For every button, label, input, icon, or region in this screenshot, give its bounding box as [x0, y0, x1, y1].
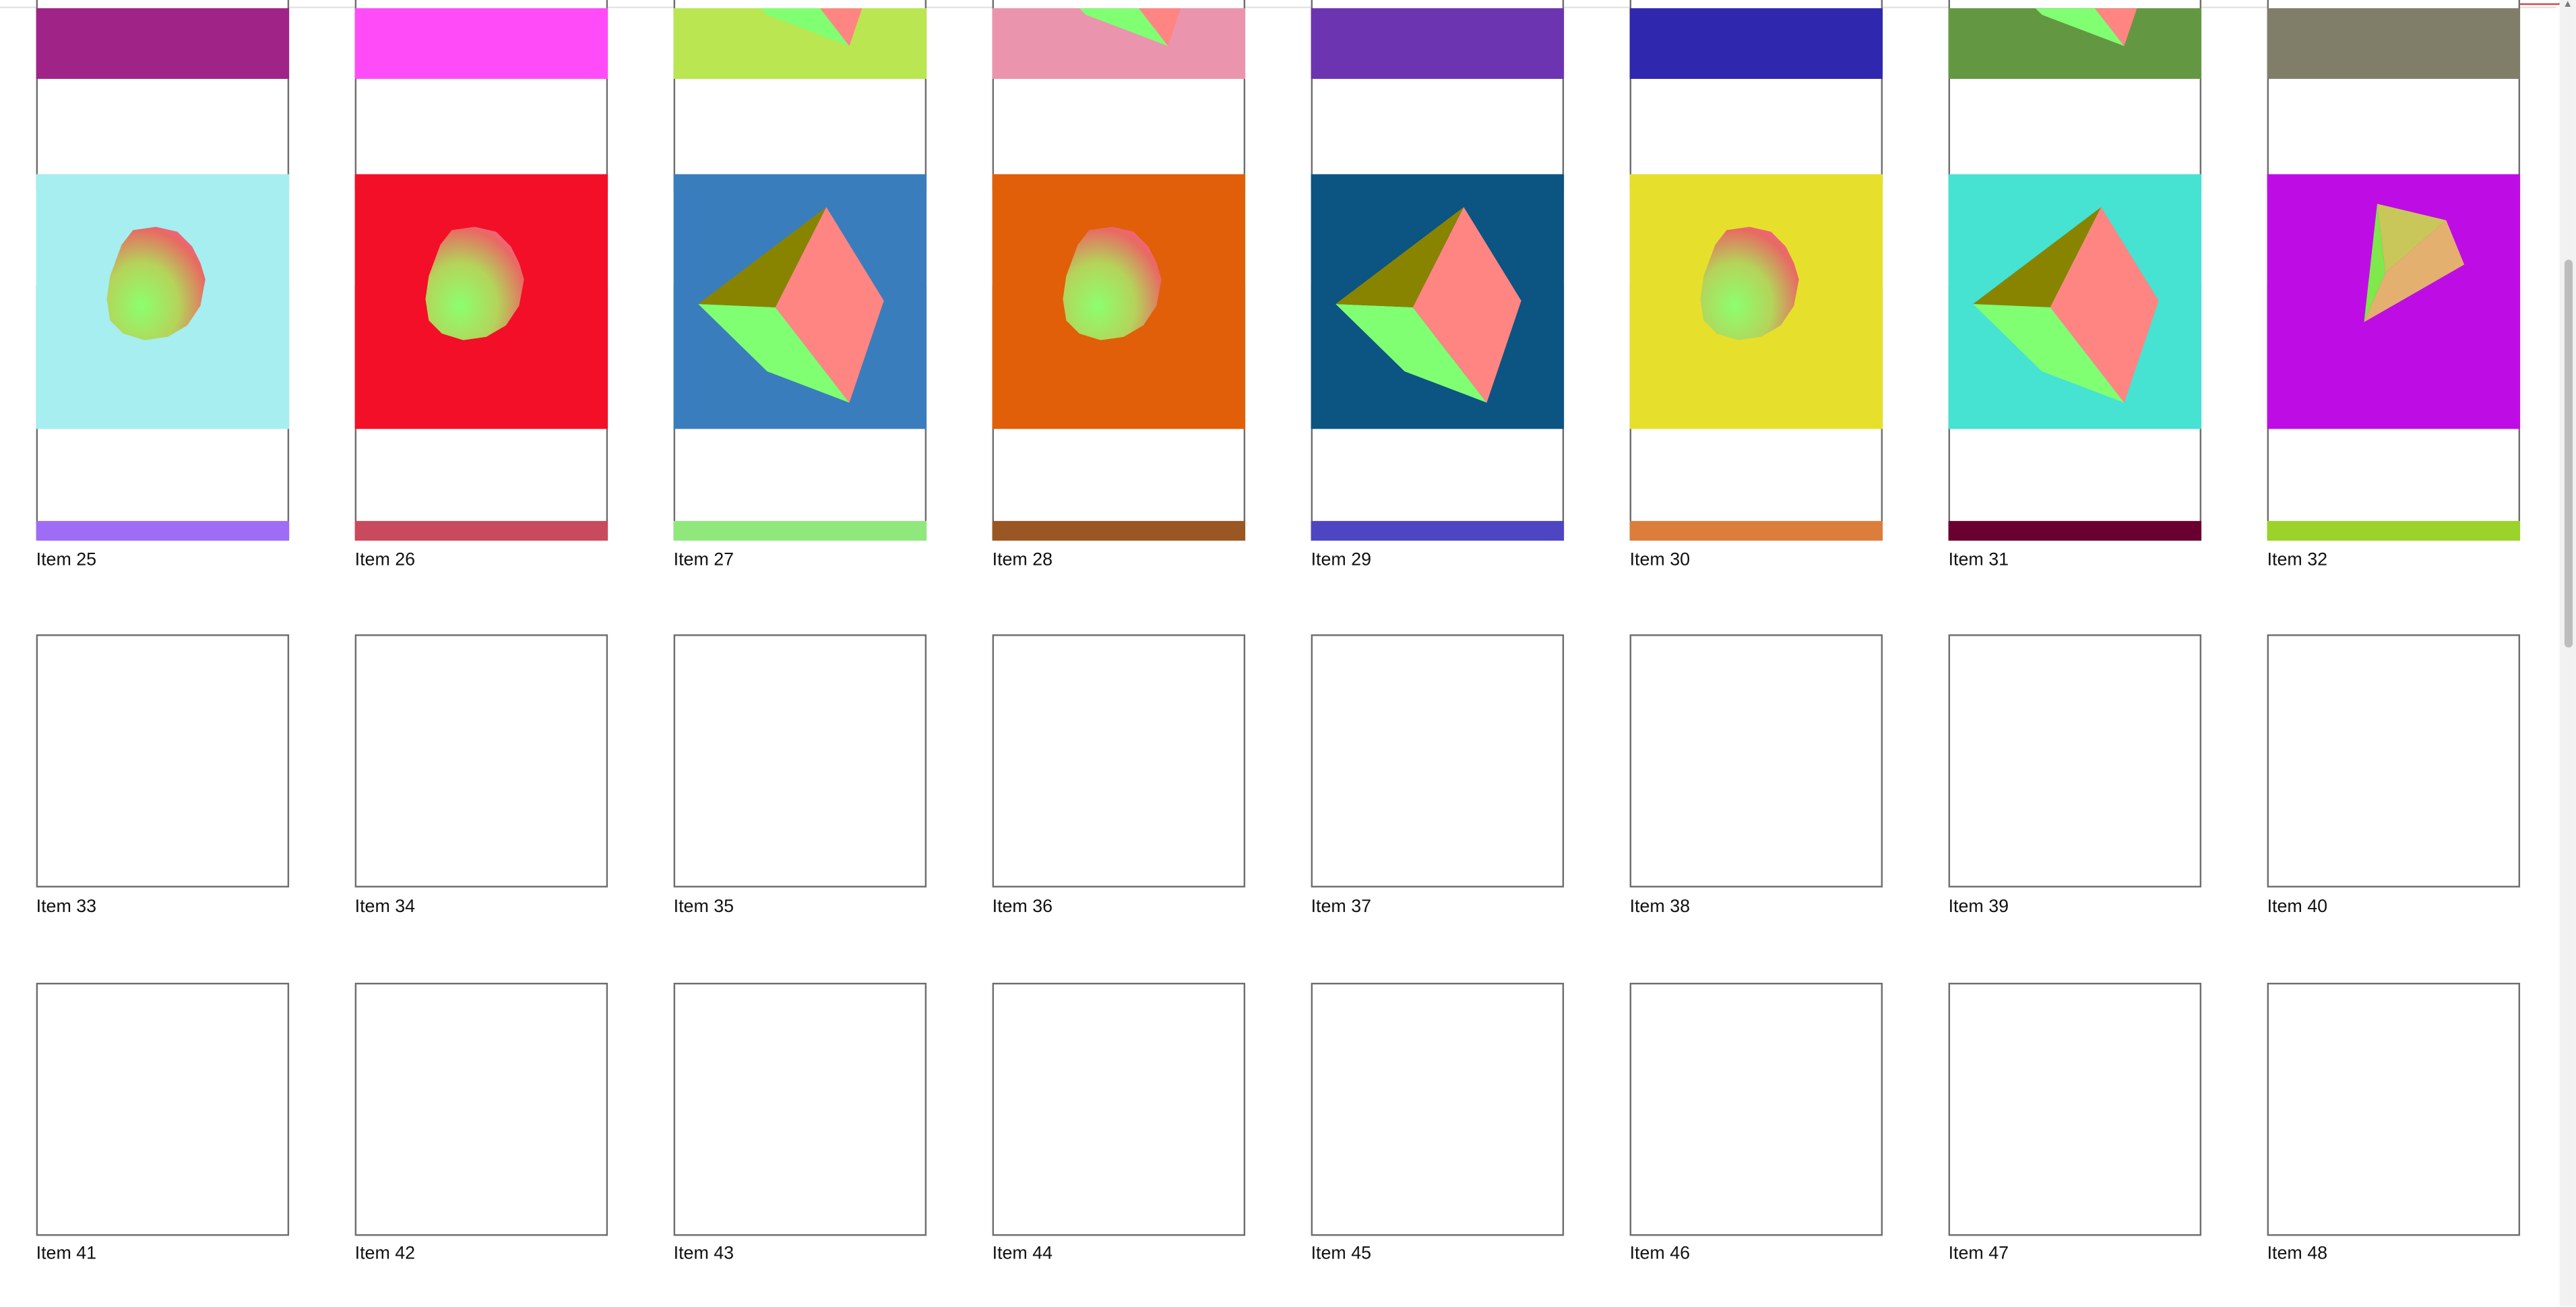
item-thumbnail[interactable] [1948, 982, 2202, 1236]
item-preview-canvas [1948, 8, 2202, 80]
item-label: Item 37 [1311, 897, 1372, 917]
item-preview-canvas [1311, 8, 1565, 80]
item-color-strip [1948, 520, 2202, 541]
item-preview-canvas [673, 174, 927, 429]
item-label: Item 46 [1629, 1244, 1691, 1264]
item-preview-canvas [1629, 8, 1883, 80]
item-label: Item 28 [992, 550, 1053, 571]
item-label: Item 26 [354, 550, 416, 571]
scroll-up-arrow-icon[interactable]: ▲ [2561, 0, 2575, 10]
sphere-shape [1063, 226, 1162, 340]
item-label: Item 40 [2267, 897, 2328, 917]
item-preview-canvas [992, 8, 1246, 80]
item-thumbnail[interactable] [2267, 634, 2521, 888]
item-label: Item 25 [36, 550, 97, 571]
item-label: Item 29 [1311, 550, 1372, 571]
item-preview-canvas [36, 8, 290, 80]
item-label: Item 45 [1311, 1244, 1372, 1264]
scrollbar-thumb[interactable] [2564, 260, 2573, 648]
item-label: Item 30 [1629, 550, 1691, 571]
item-label: Item 48 [2267, 1244, 2328, 1264]
item-preview-canvas [2267, 8, 2521, 80]
pyramid-shape [2364, 204, 2465, 322]
item-thumbnail[interactable] [1629, 982, 1883, 1236]
item-thumbnail[interactable] [1311, 634, 1565, 888]
item-preview-canvas [673, 8, 927, 80]
item-preview-canvas [36, 174, 290, 429]
sphere-shape [425, 226, 524, 340]
item-preview-canvas [1629, 174, 1883, 429]
sphere-shape [1700, 226, 1799, 340]
item-grid-page: Item 17Item 18Item 19Item 20Item 21Item … [0, 0, 2576, 1307]
item-thumbnail[interactable] [992, 634, 1246, 888]
item-thumbnail[interactable] [354, 634, 608, 888]
item-preview-canvas [354, 174, 608, 429]
item-thumbnail[interactable] [1629, 634, 1883, 888]
cube-shape [2035, 8, 2137, 47]
item-preview-canvas [992, 174, 1246, 429]
item-color-strip [1311, 520, 1565, 541]
item-color-strip [992, 520, 1246, 541]
cube-shape [1079, 8, 1181, 47]
item-label: Item 42 [354, 1244, 416, 1264]
item-label: Item 35 [673, 897, 734, 917]
item-color-strip [36, 520, 290, 541]
cube-shape [760, 8, 862, 47]
item-thumbnail[interactable] [992, 982, 1246, 1236]
item-preview-canvas [1311, 174, 1565, 429]
item-label: Item 43 [673, 1244, 734, 1264]
item-thumbnail[interactable] [354, 982, 608, 1236]
item-label: Item 44 [992, 1244, 1053, 1264]
item-thumbnail[interactable] [1311, 982, 1565, 1236]
item-thumbnail[interactable] [673, 982, 927, 1236]
item-label: Item 36 [992, 897, 1053, 917]
item-thumbnail[interactable] [36, 982, 290, 1236]
item-color-strip [2267, 520, 2521, 541]
item-thumbnail[interactable] [1948, 634, 2202, 888]
item-label: Item 38 [1629, 897, 1691, 917]
item-label: Item 47 [1948, 1244, 2009, 1264]
sphere-shape [106, 226, 206, 340]
item-preview-canvas [1948, 174, 2202, 429]
cube-shape [698, 207, 884, 403]
item-label: Item 32 [2267, 550, 2328, 571]
item-label: Item 33 [36, 897, 97, 917]
item-thumbnail[interactable] [673, 634, 927, 888]
item-thumbnail[interactable] [36, 634, 290, 888]
cube-shape [1973, 207, 2159, 403]
cube-shape [1336, 207, 1521, 403]
item-color-strip [673, 520, 927, 541]
item-label: Item 39 [1948, 897, 2009, 917]
item-thumbnail[interactable] [2267, 982, 2521, 1236]
vertical-scrollbar[interactable] [2559, 0, 2576, 1307]
item-preview-canvas [2267, 174, 2521, 429]
item-label: Item 41 [36, 1244, 97, 1264]
item-label: Item 31 [1948, 550, 2009, 571]
item-label: Item 27 [673, 550, 734, 571]
item-color-strip [354, 520, 608, 541]
item-color-strip [1629, 520, 1883, 541]
item-preview-canvas [354, 8, 608, 80]
item-label: Item 34 [354, 897, 416, 917]
